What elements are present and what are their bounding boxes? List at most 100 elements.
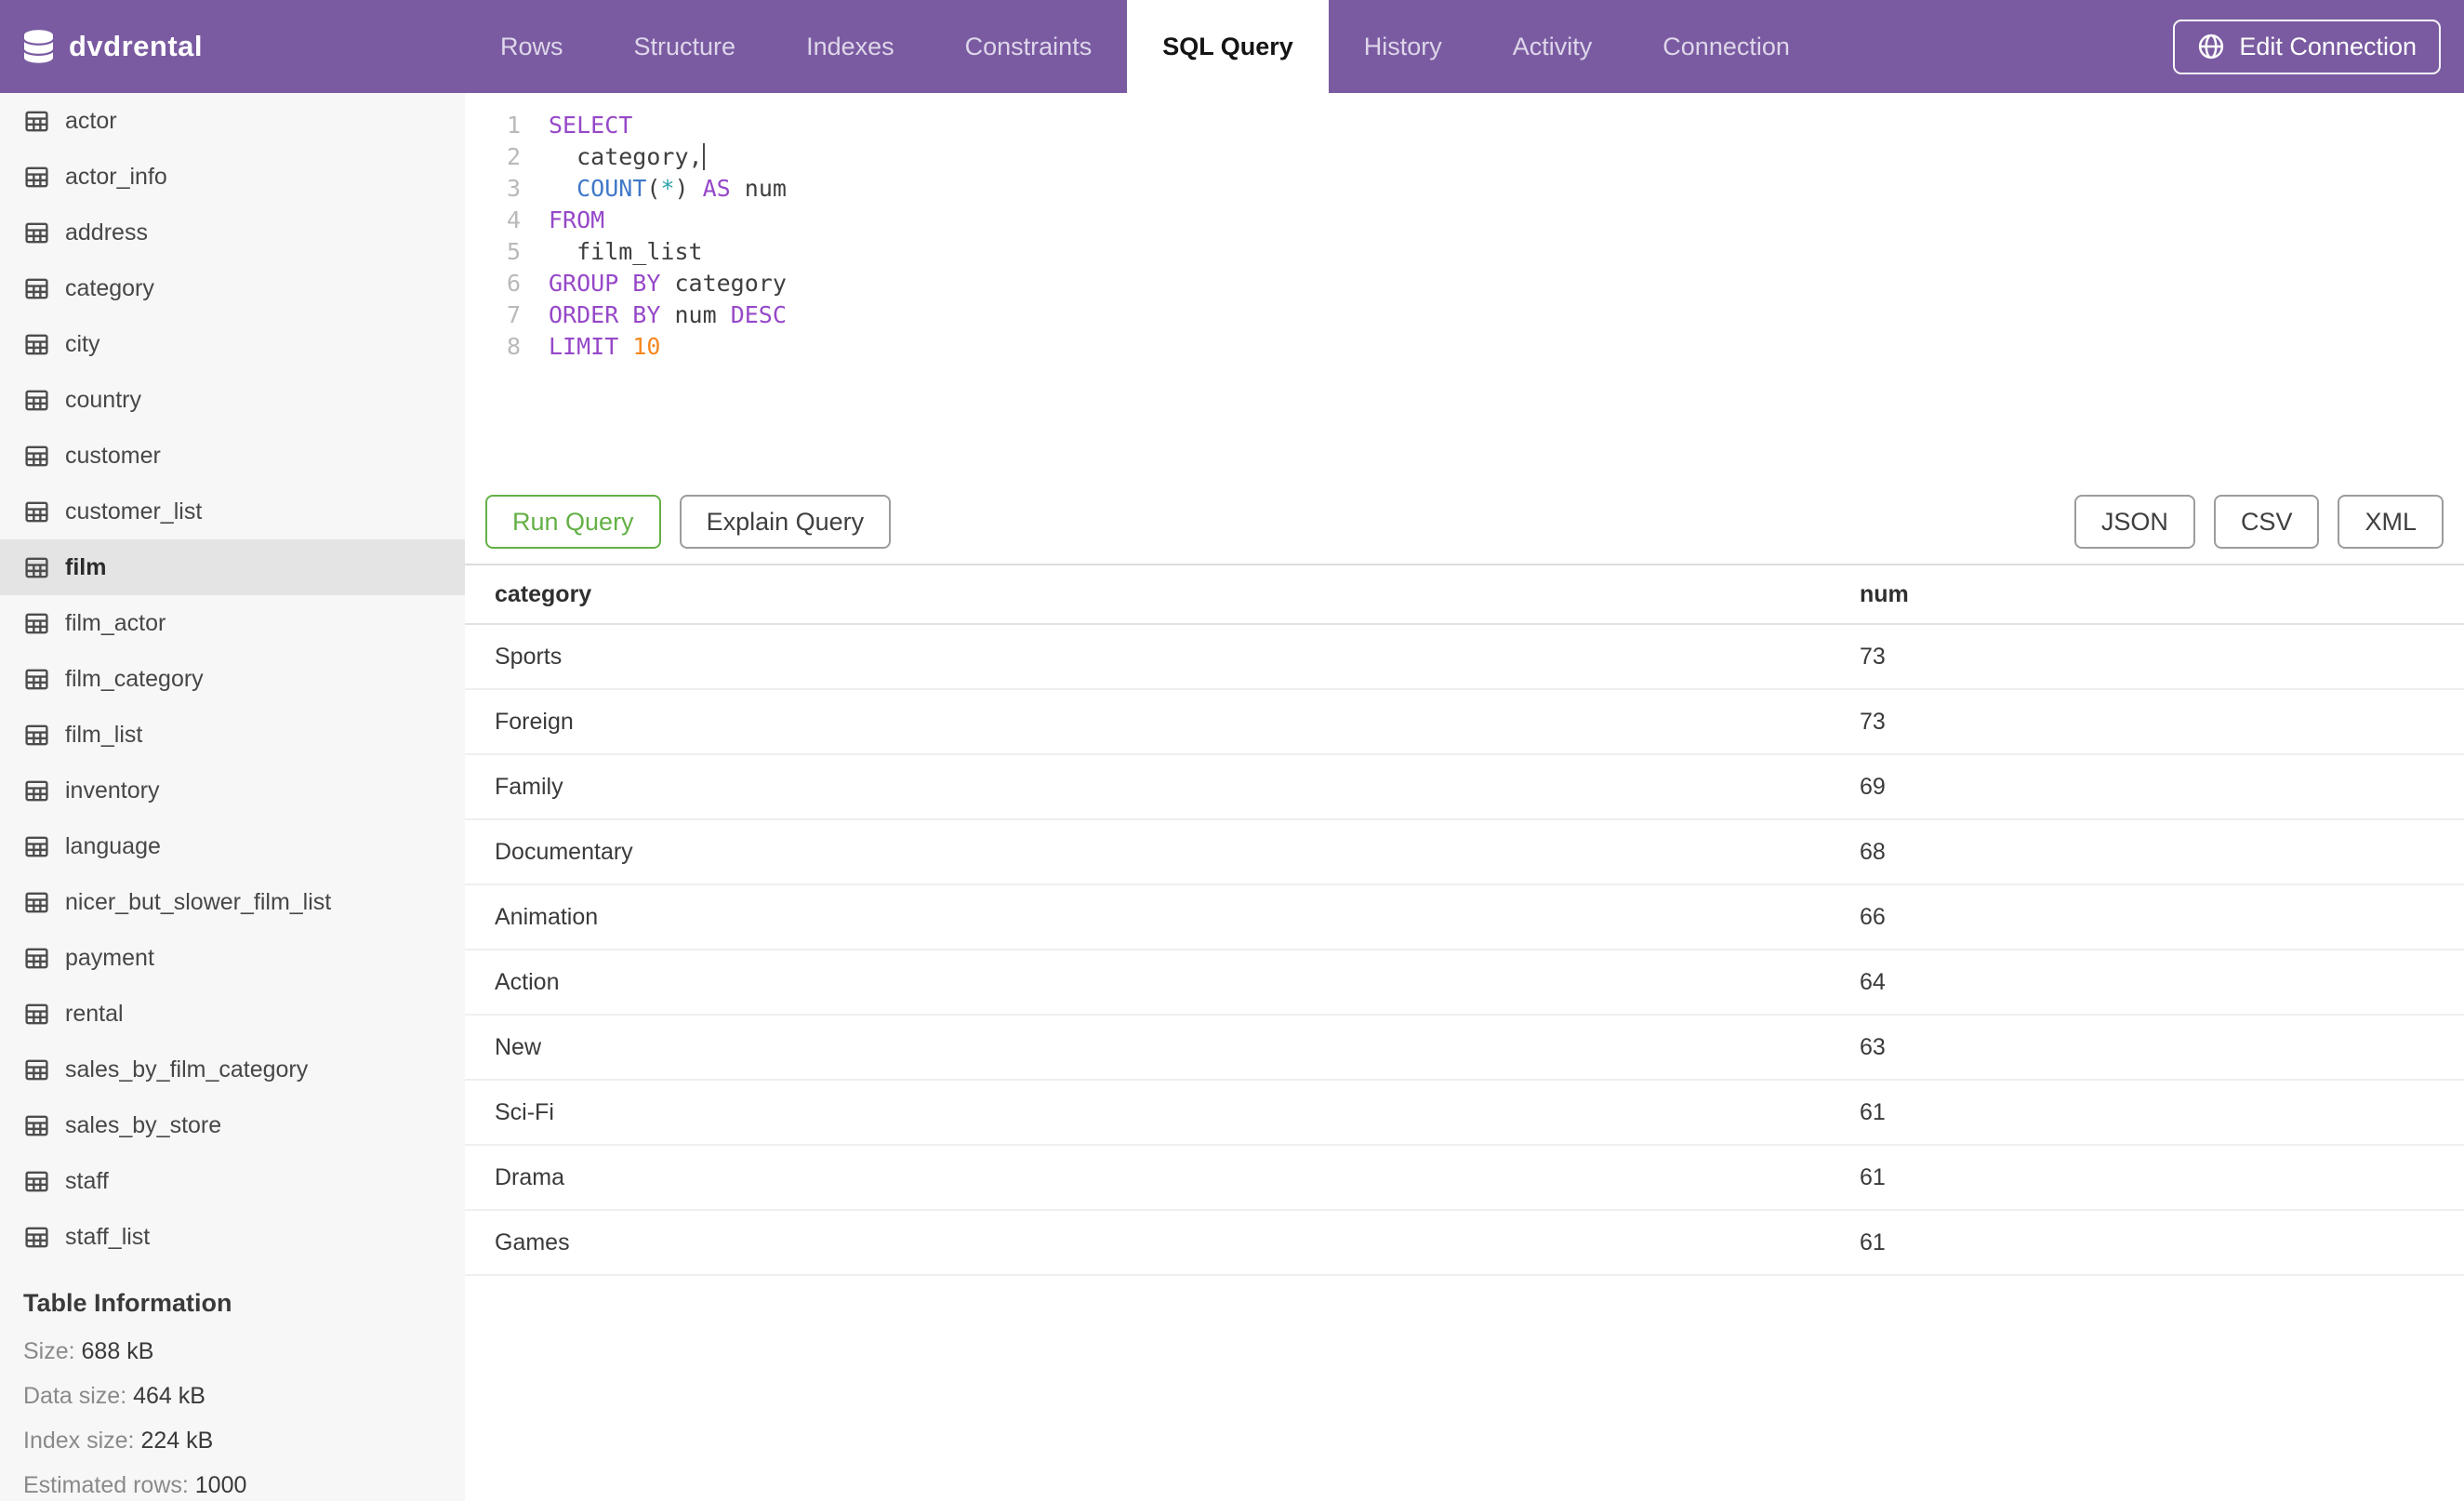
database-brand: dvdrental [0,0,465,93]
sidebar-item-rental[interactable]: rental [0,986,465,1042]
edit-connection-button[interactable]: Edit Connection [2173,19,2441,74]
cell-category: Action [495,968,560,995]
sql-token: DESC [730,300,787,328]
sidebar-item-label: city [65,330,100,357]
cell-category: Sci-Fi [495,1098,554,1125]
results-rows: Sports 73 Foreign 73 Family 69 Documentary 68 An… [465,625,2464,1276]
table-information-panel: Table Information Size: 688 kB Data size:… [0,1265,465,1501]
sidebar-item-category[interactable]: category [0,260,465,316]
sql-token: film_list [549,237,703,265]
explain-query-button[interactable]: Explain Query [679,495,892,549]
sql-token: * [660,174,675,202]
table-icon [23,108,50,135]
export-csv-button[interactable]: CSV [2213,495,2320,549]
sql-token: FROM [549,206,605,233]
tab-activity[interactable]: Activity [1477,0,1628,93]
line-number: 1 [506,111,521,139]
export-xml-button[interactable]: XML [2338,495,2444,549]
table-information-rows: Size: 688 kB Data size: 464 kB Index size:… [23,1329,442,1501]
info-label: Estimated rows: [23,1472,195,1498]
editor-line: 1 SELECT [465,109,2464,140]
table-icon [23,666,50,693]
sidebar-item-customer-list[interactable]: customer_list [0,484,465,539]
sidebar-item-language[interactable]: language [0,818,465,874]
sql-token: COUNT [576,174,647,202]
sidebar-item-label: film [65,553,107,580]
table-icon [23,777,50,804]
sql-token: 10 [632,332,661,360]
table-row: Foreign 73 [465,690,2464,755]
sidebar-item-label: inventory [65,777,160,804]
sidebar-item-film-category[interactable]: film_category [0,651,465,707]
column-header-category: category [495,580,592,607]
sidebar-item-country[interactable]: country [0,372,465,428]
editor-line: 2 category, [465,140,2464,172]
sql-token: ORDER BY [549,300,661,328]
sidebar-item-film[interactable]: film [0,539,465,595]
table-icon [23,331,50,358]
table-row: Games 61 [465,1211,2464,1276]
table-icon [23,443,50,470]
tab-connection[interactable]: Connection [1627,0,1825,93]
cell-num: 61 [1860,1163,1886,1190]
cell-num: 61 [1860,1098,1886,1125]
cell-category: Animation [495,903,599,930]
sidebar-item-film-list[interactable]: film_list [0,707,465,763]
cell-category: Games [495,1229,570,1255]
sidebar-item-sales-by-film-category[interactable]: sales_by_film_category [0,1042,465,1097]
tab-sql-query[interactable]: SQL Query [1127,0,1329,93]
sidebar-item-label: staff_list [65,1223,151,1250]
text-cursor [702,142,705,170]
cell-category: Documentary [495,838,633,865]
edit-connection-label: Edit Connection [2239,32,2417,60]
tab-rows[interactable]: Rows [465,0,599,93]
cell-num: 63 [1860,1033,1886,1060]
sidebar-item-actor[interactable]: actor [0,93,465,149]
line-number: 2 [506,142,521,170]
cell-num: 61 [1860,1229,1886,1255]
table-icon [23,889,50,916]
code-text: ORDER BY num DESC [549,301,787,328]
sidebar-item-label: sales_by_store [65,1111,222,1138]
sidebar-item-staff-list[interactable]: staff_list [0,1209,465,1265]
sidebar-item-inventory[interactable]: inventory [0,763,465,818]
table-icon [23,945,50,972]
sidebar-item-address[interactable]: address [0,205,465,260]
tab-constraints[interactable]: Constraints [930,0,1128,93]
editor-line: 8 LIMIT 10 [465,330,2464,362]
results-header-row: category num [465,565,2464,625]
app-window: dvdrental Rows Structure Indexes Constraint… [0,0,2464,1501]
sidebar-item-staff[interactable]: staff [0,1153,465,1209]
code-text: COUNT(*) AS num [549,175,787,202]
sql-token: category, [549,142,703,170]
sidebar-item-sales-by-store[interactable]: sales_by_store [0,1097,465,1153]
table-icon [23,833,50,860]
sidebar-item-label: category [65,274,154,301]
editor-line: 5 film_list [465,235,2464,267]
sidebar-item-nicer-but-slower-film-list[interactable]: nicer_but_slower_film_list [0,874,465,930]
cell-num: 73 [1860,643,1886,670]
export-json-button[interactable]: JSON [2073,495,2195,549]
code-text: category, [549,142,705,170]
sidebar-item-label: actor_info [65,163,167,190]
tab-indexes[interactable]: Indexes [771,0,930,93]
code-text: GROUP BY category [549,270,787,297]
cell-num: 68 [1860,838,1886,865]
sql-editor[interactable]: 1 SELECT 2 category, 3 COUNT(*) AS num 4 FROM… [465,93,2464,479]
sidebar-item-payment[interactable]: payment [0,930,465,986]
table-info-row: Data size: 464 kB [23,1374,442,1418]
sidebar-item-actor-info[interactable]: actor_info [0,149,465,205]
sidebar-item-customer[interactable]: customer [0,428,465,484]
sidebar-item-label: sales_by_film_category [65,1056,309,1083]
sidebar-item-label: payment [65,944,154,971]
tab-history[interactable]: History [1329,0,1477,93]
cell-category: Sports [495,643,563,670]
results-table: category num Sports 73 Foreign 73 Family 69 Do… [465,564,2464,1276]
run-query-button[interactable]: Run Query [485,495,661,549]
tab-structure[interactable]: Structure [599,0,772,93]
sidebar-item-city[interactable]: city [0,316,465,372]
sidebar-item-film-actor[interactable]: film_actor [0,595,465,651]
sql-token: num [730,174,787,202]
table-row: New 63 [465,1016,2464,1081]
